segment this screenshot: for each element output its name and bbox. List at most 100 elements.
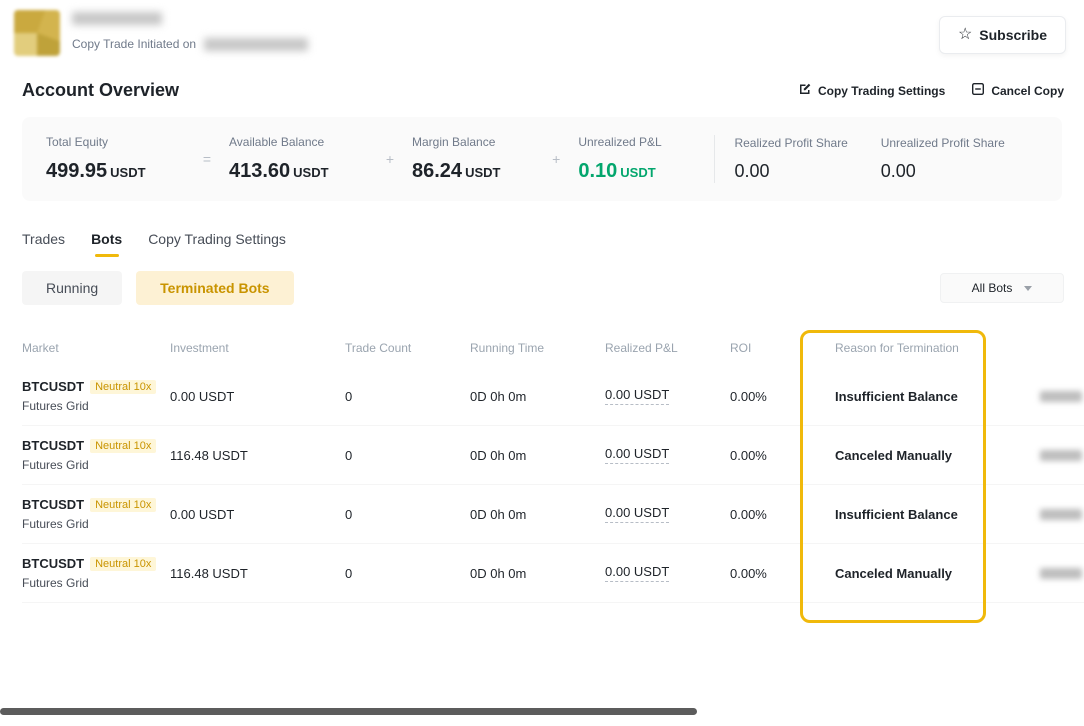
realized-pnl-value[interactable]: 0.00 USDT [605, 387, 669, 405]
market-cell: BTCUSDTNeutral 10x Futures Grid [22, 556, 170, 590]
trader-profile: Copy Trade Initiated on [14, 10, 308, 56]
table-row: BTCUSDT Neutral 10x Futures Grid 0.00 USD… [22, 485, 1084, 544]
market-cell: BTCUSDT Neutral 10x Futures Grid [22, 438, 170, 472]
table-row: BTCUSDTNeutral 10x Futures Grid 116.48 U… [22, 544, 1084, 603]
tab-trades[interactable]: Trades [22, 231, 65, 257]
all-bots-dropdown-value: All Bots [972, 281, 1013, 295]
stats-divider [714, 135, 715, 183]
cancel-copy-label: Cancel Copy [991, 84, 1064, 98]
action-cell[interactable] [1040, 450, 1084, 461]
action-redacted [1040, 509, 1082, 520]
table-row: BTCUSDT Neutral 10x Futures Grid 0.00 USD… [22, 367, 1084, 426]
action-redacted [1040, 450, 1082, 461]
stat-total-equity: Total Equity 499.95USDT [46, 135, 185, 183]
col-investment: Investment [170, 341, 345, 355]
realized-pnl-cell: 0.00 USDT [605, 387, 730, 405]
copy-trading-settings-link[interactable]: Copy Trading Settings [798, 82, 945, 99]
leverage-badge: Neutral 10x [90, 498, 156, 512]
market-cell: BTCUSDT Neutral 10x Futures Grid [22, 497, 170, 531]
realized-pnl-cell: 0.00 USDT [605, 505, 730, 523]
account-stats-panel: Total Equity 499.95USDT = Available Bala… [22, 117, 1062, 201]
terminated-bots-filter-button[interactable]: Terminated Bots [136, 271, 293, 305]
overview-header: Account Overview Copy Trading Settings C… [22, 80, 1064, 101]
realized-pnl-value[interactable]: 0.00 USDT [605, 505, 669, 523]
overview-actions: Copy Trading Settings Cancel Copy [798, 82, 1064, 99]
col-roi: ROI [730, 341, 835, 355]
trader-name-redacted [72, 12, 162, 25]
running-time-cell: 0D 0h 0m [470, 448, 605, 463]
roi-cell: 0.00% [730, 389, 835, 404]
subscribe-label: Subscribe [979, 27, 1047, 43]
total-equity-value: 499.95USDT [46, 160, 185, 183]
realized-pnl-cell: 0.00 USDT [605, 564, 730, 582]
unrealized-pnl-value: 0.10USDT [578, 160, 687, 183]
tab-copy-trading-settings[interactable]: Copy Trading Settings [148, 231, 286, 257]
realized-profit-share-value: 0.00 [734, 161, 880, 182]
main-tabs: Trades Bots Copy Trading Settings [22, 231, 1062, 257]
trader-avatar [14, 10, 60, 56]
leverage-badge: Neutral 10x [90, 439, 156, 453]
investment-cell: 116.48 USDT [170, 448, 345, 463]
leverage-badge: Neutral 10x [90, 557, 156, 571]
market-symbol: BTCUSDT [22, 497, 84, 512]
col-realized-pnl: Realized P&L [605, 341, 730, 355]
copy-trading-page: Copy Trade Initiated on ☆ Subscribe Acco… [0, 0, 1084, 726]
roi-cell: 0.00% [730, 448, 835, 463]
available-balance-value: 413.60USDT [229, 160, 368, 183]
trade-count-cell: 0 [345, 389, 470, 404]
trade-count-cell: 0 [345, 566, 470, 581]
action-cell[interactable] [1040, 391, 1084, 402]
plus-operator: + [368, 151, 412, 167]
available-balance-label: Available Balance [229, 135, 368, 149]
col-market: Market [22, 341, 170, 355]
leverage-badge: Neutral 10x [90, 380, 156, 394]
bots-filter-row: Running Terminated Bots All Bots [22, 271, 1064, 305]
stat-margin-balance: Margin Balance 86.24USDT [412, 135, 534, 183]
col-reason: Reason for Termination [835, 341, 1040, 355]
termination-reason-cell: Insufficient Balance [835, 507, 1040, 522]
unrealized-profit-share-label: Unrealized Profit Share [881, 136, 1038, 150]
all-bots-dropdown[interactable]: All Bots [940, 273, 1064, 303]
star-icon: ☆ [958, 27, 972, 43]
bot-type: Futures Grid [22, 399, 160, 413]
stat-available-balance: Available Balance 413.60USDT [229, 135, 368, 183]
chevron-down-icon [1024, 286, 1032, 291]
tab-bots[interactable]: Bots [91, 231, 122, 257]
top-bar: Copy Trade Initiated on ☆ Subscribe [0, 0, 1084, 56]
action-cell[interactable] [1040, 568, 1084, 579]
col-running-time: Running Time [470, 341, 605, 355]
bot-type: Futures Grid [22, 576, 160, 590]
plus-operator: + [534, 151, 578, 167]
copy-trade-initiated: Copy Trade Initiated on [72, 37, 308, 51]
copy-trading-settings-label: Copy Trading Settings [818, 84, 945, 98]
investment-cell: 0.00 USDT [170, 389, 345, 404]
action-cell[interactable] [1040, 509, 1084, 520]
table-row: BTCUSDT Neutral 10x Futures Grid 116.48 U… [22, 426, 1084, 485]
edit-icon [798, 82, 812, 99]
action-redacted [1040, 391, 1082, 402]
running-time-cell: 0D 0h 0m [470, 389, 605, 404]
cancel-copy-link[interactable]: Cancel Copy [971, 82, 1064, 99]
realized-profit-share-label: Realized Profit Share [734, 136, 880, 150]
trade-count-cell: 0 [345, 448, 470, 463]
terminated-bots-table: Market Investment Trade Count Running Ti… [22, 329, 1084, 603]
bot-type: Futures Grid [22, 458, 160, 472]
investment-cell: 0.00 USDT [170, 507, 345, 522]
realized-pnl-value[interactable]: 0.00 USDT [605, 564, 669, 582]
investment-cell: 116.48 USDT [170, 566, 345, 581]
minus-square-icon [971, 82, 985, 99]
margin-balance-label: Margin Balance [412, 135, 534, 149]
realized-pnl-cell: 0.00 USDT [605, 446, 730, 464]
market-symbol: BTCUSDT [22, 438, 84, 453]
subscribe-button[interactable]: ☆ Subscribe [939, 16, 1066, 54]
realized-pnl-value[interactable]: 0.00 USDT [605, 446, 669, 464]
roi-cell: 0.00% [730, 507, 835, 522]
bot-type: Futures Grid [22, 517, 160, 531]
running-filter-button[interactable]: Running [22, 271, 122, 305]
horizontal-scrollbar[interactable] [0, 708, 697, 715]
market-symbol: BTCUSDT [22, 379, 84, 394]
table-header: Market Investment Trade Count Running Ti… [22, 329, 1084, 367]
stat-realized-profit-share: Realized Profit Share 0.00 [734, 136, 880, 182]
margin-balance-value: 86.24USDT [412, 160, 534, 183]
unrealized-profit-share-value: 0.00 [881, 161, 1038, 182]
